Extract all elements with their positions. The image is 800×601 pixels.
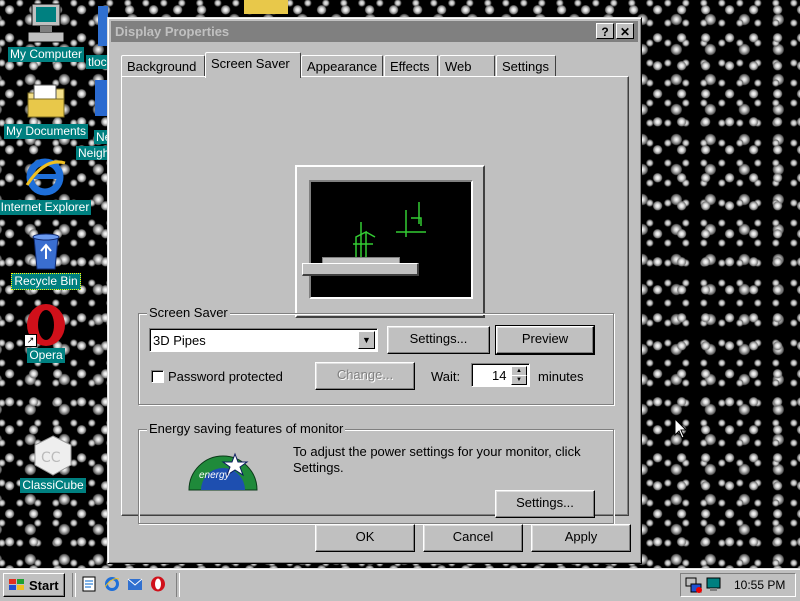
my-computer-icon (24, 2, 68, 46)
password-label[interactable]: Password protected (168, 369, 283, 384)
system-tray: 10:55 PM (680, 573, 796, 597)
screen-saver-preview (309, 180, 473, 299)
energy-description: To adjust the power settings for your mo… (293, 444, 581, 475)
desktop-icon-label: My Documents (3, 124, 89, 139)
notepad-icon[interactable] (81, 576, 97, 592)
tab-effects[interactable]: Effects (384, 55, 438, 77)
display-tray-icon[interactable] (705, 576, 723, 594)
tab-panel: Screen Saver 3D Pipes ▼ Settings... Prev… (121, 76, 629, 524)
desktop-icon-internet-explorer[interactable]: Internet Explorer (0, 155, 95, 215)
outlook-express-icon[interactable] (127, 576, 143, 592)
internet-explorer-icon[interactable] (104, 576, 120, 592)
screen-saver-settings-button[interactable]: Settings... (387, 326, 490, 354)
energy-logo-text: energy (199, 470, 230, 481)
chevron-down-icon[interactable]: ▼ (358, 331, 375, 349)
network-neighborhood-icon[interactable] (95, 80, 107, 116)
screen-saver-selected: 3D Pipes (153, 333, 206, 348)
recycle-bin-icon (24, 229, 68, 273)
tab-appearance[interactable]: Appearance (301, 55, 383, 77)
energy-star-logo: energy (187, 448, 259, 492)
screen-saver-group: Screen Saver 3D Pipes ▼ Settings... Prev… (138, 305, 614, 405)
apply-button[interactable]: Apply (531, 524, 631, 552)
wait-stepper[interactable]: 14 ▲ ▼ (471, 363, 530, 387)
tab-settings[interactable]: Settings (496, 55, 556, 77)
taskbar: Start 10:55 PM (0, 568, 800, 601)
energy-settings-button[interactable]: Settings... (495, 490, 595, 518)
mouse-pointer-icon (674, 418, 688, 439)
preview-button[interactable]: Preview (495, 325, 595, 355)
ok-button[interactable]: OK (315, 524, 415, 552)
energy-group: Energy saving features of monitor energy… (138, 421, 614, 524)
clock[interactable]: 10:55 PM (734, 578, 785, 592)
folder-icon[interactable] (244, 0, 288, 14)
tab-background[interactable]: Background (121, 55, 205, 77)
monitor-base (302, 263, 419, 276)
opera-icon[interactable] (150, 576, 166, 592)
desktop-icon-label: ClassiCube (20, 478, 86, 493)
start-button[interactable]: Start (3, 573, 65, 597)
desktop-icon-label: Internet Explorer (0, 200, 92, 215)
display-properties-window: Display Properties ? ✕ Background Screen… (107, 17, 642, 564)
wait-label: Wait: (431, 369, 461, 384)
help-button[interactable]: ? (596, 23, 614, 39)
window-title: Display Properties (115, 24, 230, 39)
title-bar[interactable]: Display Properties ? ✕ (111, 21, 638, 42)
desktop-icon-label: Opera (27, 348, 65, 363)
monitor-preview (295, 165, 485, 318)
spin-down-icon[interactable]: ▼ (511, 375, 527, 385)
cancel-button[interactable]: Cancel (423, 524, 523, 552)
desktop-icon-recycle-bin[interactable]: Recycle Bin (0, 229, 92, 290)
desktop-icon-opera[interactable]: ↗ Opera (0, 303, 92, 363)
change-password-button: Change... (315, 362, 415, 390)
folder-documents-icon (24, 79, 68, 123)
desktop-icon-my-documents[interactable]: My Documents (0, 79, 92, 139)
screen-saver-select[interactable]: 3D Pipes ▼ (149, 328, 378, 352)
desktop-icon-my-computer[interactable]: My Computer (0, 2, 92, 62)
minutes-label: minutes (538, 369, 584, 384)
shortcut-arrow-icon: ↗ (24, 334, 37, 347)
partial-desktop-label: tloc (86, 55, 109, 69)
svg-text:CC: CC (41, 450, 61, 466)
opera-icon: ↗ (24, 303, 68, 347)
taskbar-separator (72, 573, 76, 597)
start-label: Start (29, 578, 59, 593)
tab-web[interactable]: Web (439, 55, 495, 77)
taskbar-separator (176, 573, 180, 597)
wait-value: 14 (492, 368, 507, 383)
close-button[interactable]: ✕ (616, 23, 634, 39)
screen-saver-group-label: Screen Saver (147, 305, 230, 320)
network-tray-icon[interactable] (685, 576, 703, 594)
desktop-icon-classicube[interactable]: CC ClassiCube (7, 433, 99, 493)
windows-logo-icon (9, 579, 24, 590)
energy-group-label: Energy saving features of monitor (147, 421, 346, 436)
tab-screen-saver[interactable]: Screen Saver (205, 52, 301, 78)
classicube-icon: CC (31, 433, 75, 477)
password-checkbox[interactable] (151, 370, 164, 383)
internet-explorer-icon (23, 155, 67, 199)
desktop-icon-label: My Computer (7, 47, 85, 62)
pipes-icon (353, 202, 426, 267)
desktop-icon-label: Recycle Bin (11, 273, 81, 290)
